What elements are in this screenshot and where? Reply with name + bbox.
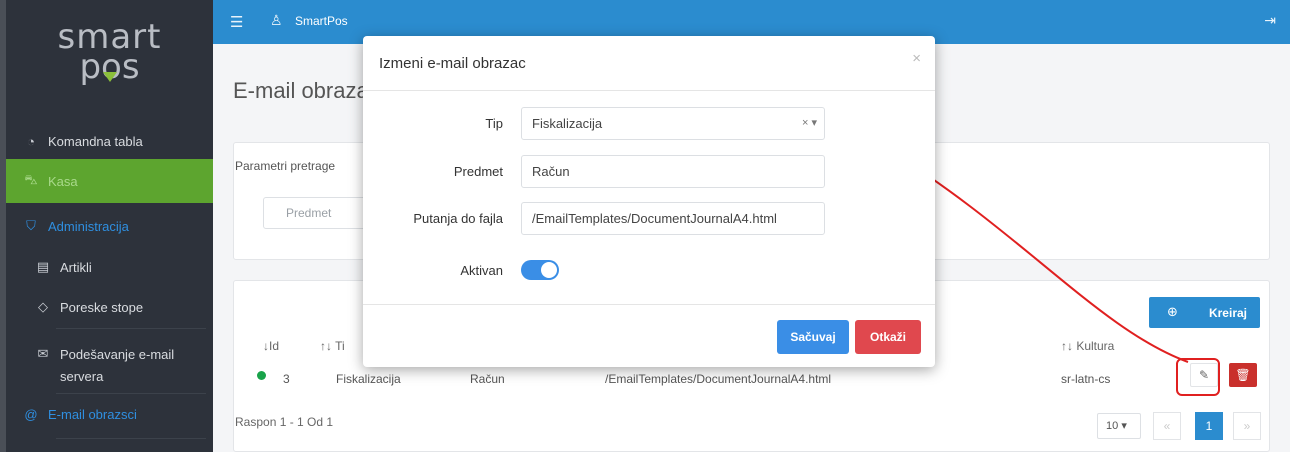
- sidebar-item-label: Administracija: [48, 218, 129, 234]
- cell-path: /EmailTemplates/DocumentJournalA4.html: [605, 372, 832, 386]
- sidebar-item-artikli[interactable]: ▤ Artikli: [6, 250, 213, 284]
- column-header-id[interactable]: ↓Id: [263, 339, 279, 353]
- sidebar-item-label: Artikli: [60, 259, 92, 275]
- search-panel-title: Parametri pretrage: [235, 159, 336, 173]
- sidebar-item-label: Kasa: [48, 173, 78, 189]
- modal-title: Izmeni e-mail obrazac: [379, 55, 526, 72]
- sidebar-item-administracija[interactable]: ⛉ Administracija: [6, 209, 213, 243]
- sidebar-item-label: E-mail obrazsci: [48, 406, 137, 422]
- dashboard-icon: ◔: [27, 133, 35, 149]
- cell-culture: sr-latn-cs: [1061, 372, 1111, 386]
- active-label: Aktivan: [460, 263, 503, 278]
- plus-circle-icon: ⊕: [1167, 304, 1178, 319]
- subject-field[interactable]: Račun: [521, 155, 825, 188]
- sidebar-divider: [56, 438, 206, 439]
- sidebar-item-kasa[interactable]: ⛍ Kasa: [6, 159, 213, 203]
- envelope-icon: ✉: [37, 346, 49, 361]
- app-name[interactable]: SmartPos: [295, 14, 348, 28]
- column-header-type[interactable]: ↑↓ Ti: [320, 339, 345, 353]
- column-header-culture[interactable]: ↑↓ Kultura: [1061, 339, 1114, 353]
- subject-label: Predmet: [453, 164, 503, 179]
- sidebar-item-dashboard[interactable]: ◔ Komandna tabla: [6, 124, 213, 158]
- sidebar-item-email-server[interactable]: ✉ Podešavanje e-mail: [6, 344, 213, 364]
- active-status-dot: [257, 371, 266, 380]
- sidebar-item-label: servera: [60, 368, 104, 384]
- cart-icon: ⛍: [24, 172, 38, 187]
- modal-header-divider: [363, 90, 935, 91]
- logout-icon[interactable]: ⇥: [1264, 12, 1276, 29]
- hamburger-icon[interactable]: ☰: [230, 13, 243, 31]
- type-label: Tip: [485, 116, 503, 131]
- range-text: Raspon 1 - 1 Od 1: [235, 415, 334, 429]
- sidebar-divider: [56, 393, 206, 394]
- cancel-button[interactable]: Otkaži: [855, 320, 921, 354]
- tag-icon: ◇: [38, 299, 48, 314]
- create-button[interactable]: ⊕ Kreiraj: [1149, 297, 1260, 328]
- user-icon[interactable]: ♙: [270, 12, 283, 29]
- clear-chevron-icon[interactable]: × ▾: [802, 108, 817, 139]
- pagination-prev[interactable]: «: [1153, 412, 1181, 440]
- path-field[interactable]: /EmailTemplates/DocumentJournalA4.html: [521, 202, 825, 235]
- trash-icon: 🗑: [1235, 368, 1251, 382]
- sidebar-item-label: Komandna tabla: [48, 133, 143, 149]
- path-label: Putanja do fajla: [413, 211, 503, 226]
- create-button-label: Kreiraj: [1208, 306, 1247, 320]
- cell-type: Fiskalizacija: [336, 372, 401, 386]
- sidebar-item-email-server-line2[interactable]: servera: [6, 366, 213, 386]
- at-icon: @: [24, 406, 38, 422]
- save-button[interactable]: Sačuvaj: [777, 320, 849, 354]
- chevron-down-icon: ▾: [1121, 420, 1127, 432]
- logo-mark: [103, 72, 117, 82]
- shield-icon: ⛉: [26, 218, 36, 233]
- delete-button[interactable]: 🗑: [1229, 363, 1257, 387]
- pagination-next[interactable]: »: [1233, 412, 1261, 440]
- close-icon[interactable]: ×: [912, 50, 921, 67]
- logo: smart pos: [6, 0, 213, 116]
- sidebar-item-email-obrasci[interactable]: @ E-mail obrazsci: [6, 400, 213, 428]
- sidebar: smart pos ◔ Komandna tabla ⛍ Kasa ⛉ Admi…: [6, 0, 213, 452]
- active-toggle[interactable]: [521, 260, 559, 280]
- sidebar-item-label: Poreske stope: [60, 299, 144, 315]
- type-select-value: Fiskalizacija: [532, 116, 603, 131]
- cell-id: 3: [283, 372, 290, 386]
- edit-email-template-modal: Izmeni e-mail obrazac × Tip Fiskalizacij…: [363, 36, 935, 367]
- type-select[interactable]: Fiskalizacija × ▾: [521, 107, 825, 140]
- sidebar-divider: [56, 328, 206, 329]
- sidebar-item-poreske-stope[interactable]: ◇ Poreske stope: [6, 290, 213, 324]
- page-size-select[interactable]: 10 ▾: [1097, 413, 1141, 439]
- toggle-knob: [541, 262, 557, 278]
- page-title: E-mail obraza: [233, 78, 369, 103]
- page-size-value: 10: [1106, 420, 1119, 432]
- modal-footer-divider: [363, 304, 935, 305]
- annotation-highlight-box: [1176, 358, 1220, 396]
- sidebar-item-label: Podešavanje e-mail: [60, 346, 175, 362]
- cell-subject: Račun: [470, 372, 505, 386]
- book-icon: ▤: [36, 259, 50, 274]
- pagination-page-1[interactable]: 1: [1195, 412, 1223, 440]
